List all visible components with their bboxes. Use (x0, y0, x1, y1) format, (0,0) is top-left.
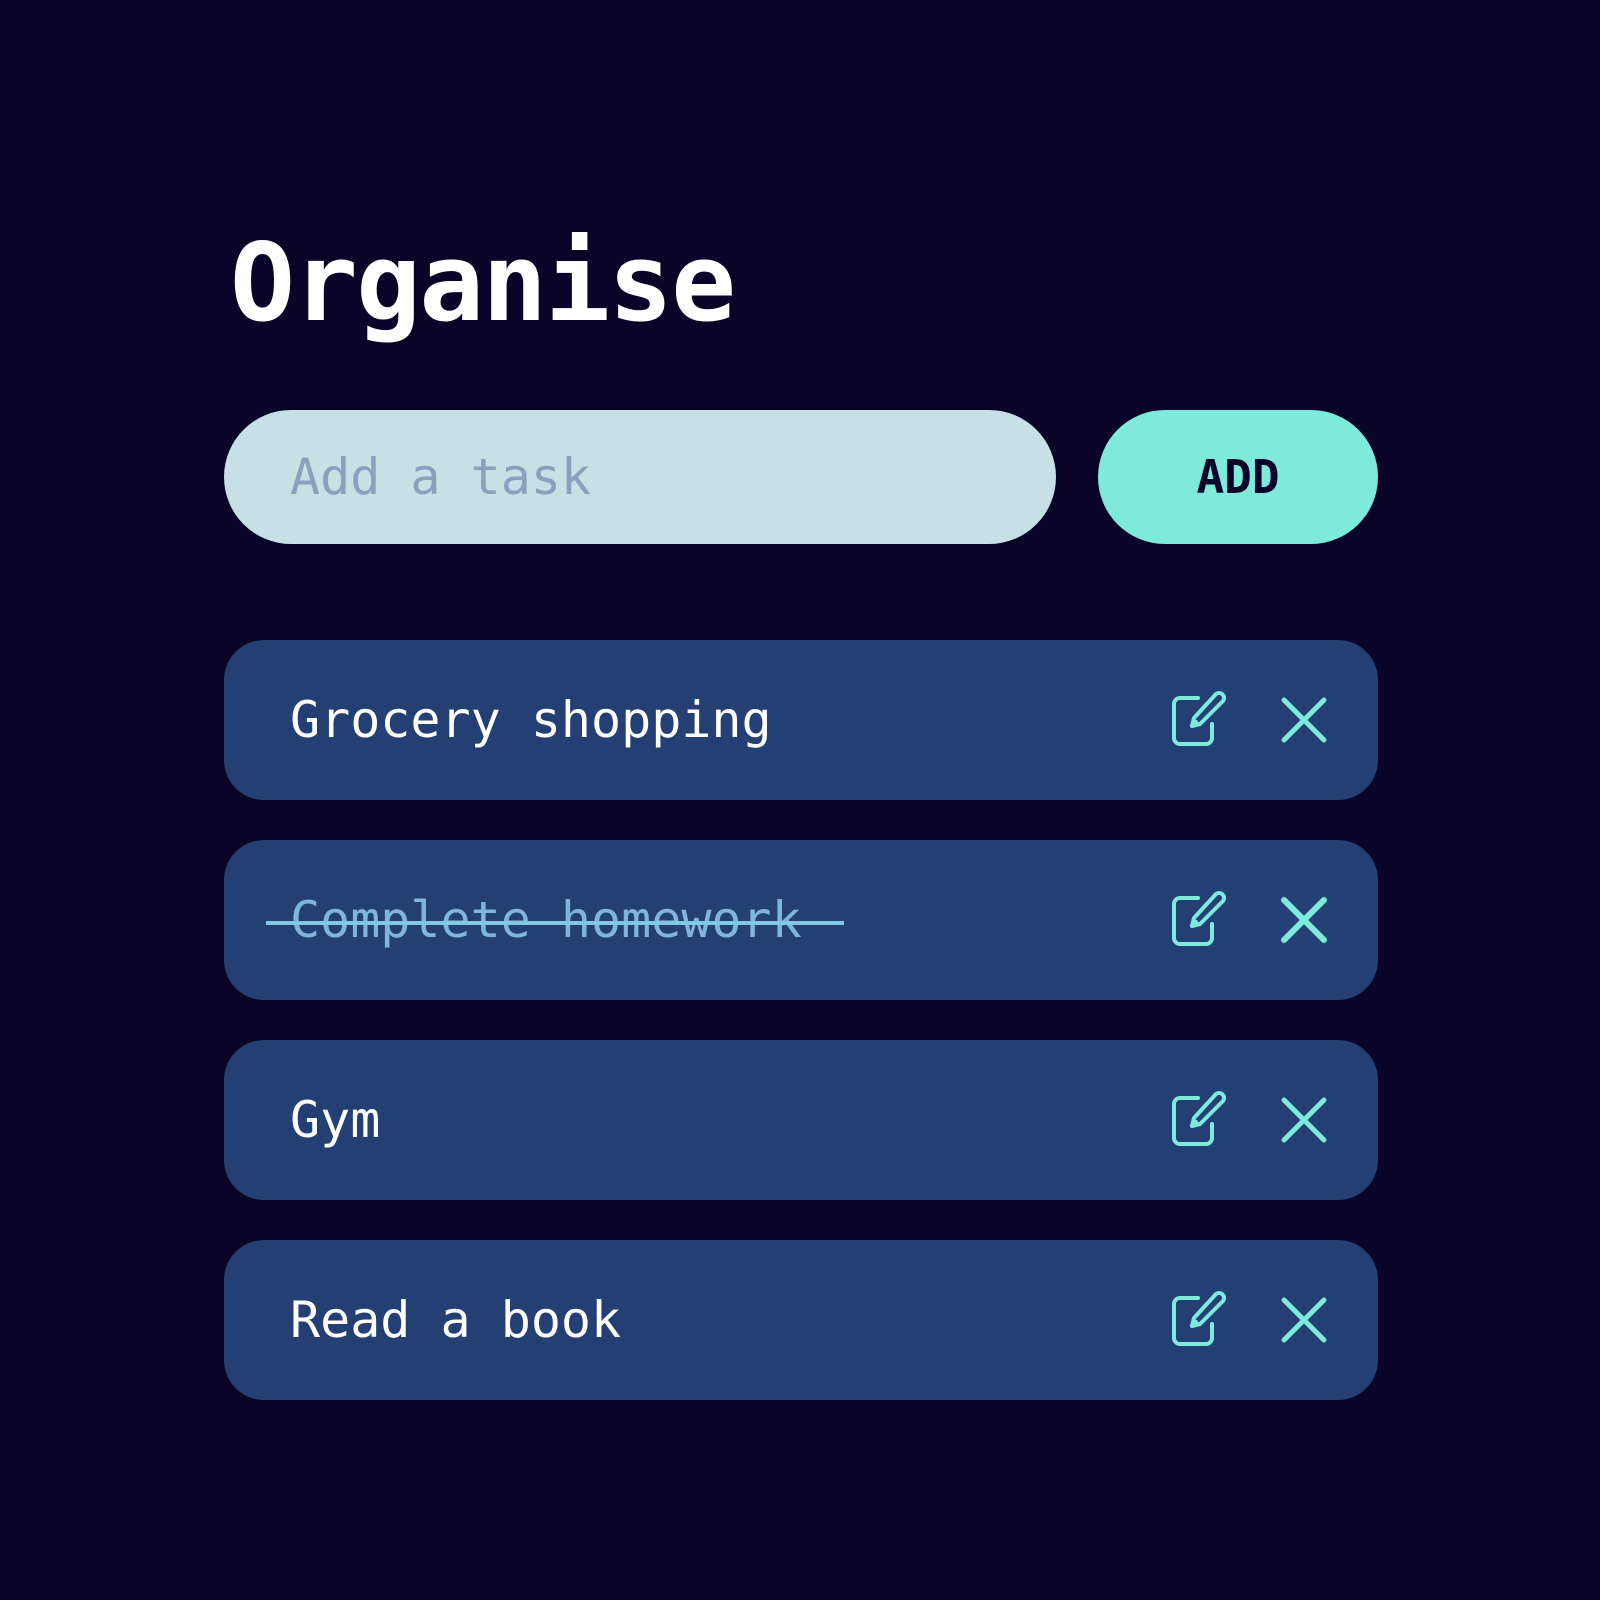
edit-icon (1172, 1291, 1226, 1346)
add-task-row: ADD (224, 410, 1378, 544)
close-icon (1281, 697, 1327, 743)
task-label: Gym (290, 1091, 381, 1149)
edit-icon (1172, 1091, 1226, 1146)
delete-button[interactable] (1272, 688, 1336, 752)
task-item-read-a-book[interactable]: Read a book (224, 1240, 1378, 1400)
task-list: Grocery shopping Complete homework Gym R… (224, 640, 1378, 1440)
add-button[interactable]: ADD (1098, 410, 1378, 544)
task-label: Read a book (290, 1291, 622, 1349)
delete-button[interactable] (1272, 888, 1336, 952)
delete-button[interactable] (1272, 1088, 1336, 1152)
edit-button[interactable] (1166, 888, 1230, 952)
task-input[interactable] (224, 410, 1056, 544)
task-item-complete-homework[interactable]: Complete homework (224, 840, 1378, 1000)
task-label-completed: Complete homework (266, 891, 844, 949)
edit-icon (1172, 691, 1226, 746)
edit-button[interactable] (1166, 688, 1230, 752)
close-icon (1281, 1297, 1327, 1343)
edit-button[interactable] (1166, 1088, 1230, 1152)
page-title: Organise (230, 221, 736, 346)
close-icon (1281, 1097, 1327, 1143)
close-icon (1281, 897, 1327, 943)
strikethrough-line (266, 921, 844, 926)
task-item-grocery-shopping[interactable]: Grocery shopping (224, 640, 1378, 800)
task-label-text: Complete homework (290, 891, 802, 949)
task-item-gym[interactable]: Gym (224, 1040, 1378, 1200)
edit-button[interactable] (1166, 1288, 1230, 1352)
todo-app: Organise ADD Grocery shopping Compl (0, 0, 1600, 1600)
task-label: Grocery shopping (290, 691, 772, 749)
edit-icon (1172, 891, 1226, 946)
delete-button[interactable] (1272, 1288, 1336, 1352)
